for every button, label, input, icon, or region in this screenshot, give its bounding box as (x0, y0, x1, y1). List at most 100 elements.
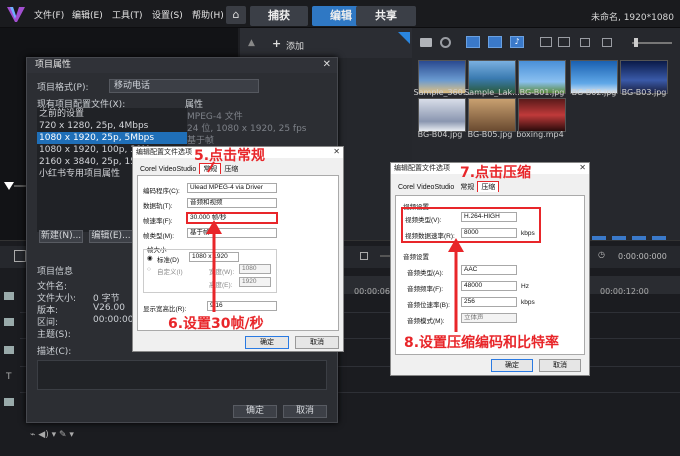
arrow-up-icon (448, 238, 464, 332)
storyboard-view-icon[interactable] (14, 250, 26, 262)
close-icon[interactable]: ✕ (333, 147, 340, 156)
list-item[interactable]: 1080 x 1920, 25p, 5Mbps (37, 132, 187, 144)
browse-icon[interactable] (602, 38, 612, 47)
project-title: 未命名, 1920*1080 (590, 13, 674, 23)
audio-rate-unit: Hz (521, 283, 529, 290)
thumbnail[interactable] (418, 98, 466, 132)
audio-mode-select[interactable]: 立体声 (461, 313, 517, 323)
data-track-label: 数据轨(T): (143, 203, 173, 210)
info-value: V26.00 (93, 303, 125, 313)
ruler-timecode: 00:00:12:00 (600, 287, 649, 296)
audio-track-icon (4, 346, 14, 354)
cancel-button[interactable]: 取消 (539, 359, 581, 372)
close-icon[interactable]: ✕ (579, 163, 586, 172)
cancel-button[interactable]: 取消 (295, 336, 339, 349)
tab-compression[interactable]: 压缩 (477, 181, 500, 192)
arrow-icon (207, 161, 215, 173)
height-field[interactable]: 1920 (239, 277, 271, 287)
new-profile-button[interactable]: 新建(N)... (39, 230, 83, 243)
custom-radio[interactable]: ○ (147, 266, 151, 273)
list-item[interactable]: 720 x 1280, 25p, 4Mbps (37, 120, 187, 132)
annotation-step7: 7.点击压缩 (460, 165, 532, 181)
thumbnail-label: BG-B01.jpg (519, 88, 565, 97)
folder-icon[interactable] (420, 38, 432, 47)
photo-filter-icon[interactable] (488, 36, 502, 48)
tab-bar: Corel VideoStudio常规压缩 (395, 181, 500, 193)
thumbnail[interactable] (518, 98, 566, 132)
audio-rate-label: 音频频率(F): (407, 286, 444, 293)
timecode-display[interactable]: 0:00:00:000 (618, 252, 667, 261)
tab-capture[interactable]: 捕获 (250, 6, 308, 26)
close-icon[interactable]: ✕ (323, 59, 331, 70)
audio-rate-select[interactable]: 48000 (461, 281, 517, 291)
video-track-icon (4, 292, 14, 300)
video-type-select[interactable]: H.264-HIGH (461, 212, 517, 222)
info-key: 描述(C): (37, 347, 72, 357)
frame-rate-select[interactable]: 30.000 帧/秒 (186, 212, 278, 224)
audio-type-label: 音频类型(A): (407, 270, 444, 277)
app-logo-icon (7, 7, 25, 22)
thumb-view-icon[interactable] (558, 37, 570, 47)
thumbnail-label: BG-B03.jpg (621, 88, 667, 97)
add-label[interactable]: 添加 (286, 39, 304, 52)
audio-filter-icon[interactable]: ♪ (510, 36, 524, 48)
ok-button[interactable]: 确定 (233, 405, 277, 418)
frame-rate-label: 帧速率(F): (143, 218, 173, 225)
edit-profile-button[interactable]: 编辑(E)... (89, 230, 133, 243)
menu-edit[interactable]: 编辑(E) (72, 8, 103, 21)
custom-label: 自定义(I) (157, 269, 183, 276)
info-key: 主题(S): (37, 330, 71, 340)
list-view-icon[interactable] (540, 37, 552, 47)
video-bitrate-field[interactable]: 8000 (461, 228, 517, 238)
zoom-fit-icon[interactable] (360, 252, 368, 260)
standard-label: 标准(D) (157, 257, 180, 264)
menu-settings[interactable]: 设置(S) (152, 8, 183, 21)
arrow-up-icon (206, 220, 222, 312)
description-field[interactable] (37, 360, 327, 390)
menu-help[interactable]: 帮助(H) (192, 8, 224, 21)
thumbnail[interactable] (468, 98, 516, 132)
tab-corel[interactable]: Corel VideoStudio (395, 182, 457, 193)
menu-tools[interactable]: 工具(T) (112, 8, 143, 21)
thumbnail-size-slider[interactable] (632, 42, 672, 44)
tab-compression[interactable]: 压缩 (221, 164, 241, 175)
menu-file[interactable]: 文件(F) (34, 8, 64, 21)
add-icon[interactable]: + (272, 37, 281, 50)
format-label: 项目格式(P): (37, 83, 89, 93)
audio-bitrate-select[interactable]: 256 (461, 297, 517, 307)
overlay-track-icon (4, 318, 14, 326)
aspect-label: 显示宽高比(R): (143, 306, 187, 313)
width-field[interactable]: 1080 (239, 264, 271, 274)
list-item[interactable]: 之前的设置 (37, 108, 187, 120)
collapse-icon[interactable]: ▲ (248, 38, 255, 48)
standard-radio[interactable]: ◉ (147, 254, 153, 262)
tab-general[interactable]: 常规 (457, 182, 477, 193)
thumbnail-label: boxing.mp4 (516, 130, 564, 139)
ok-button[interactable]: 确定 (245, 336, 289, 349)
frame-type-label: 帧类型(M): (143, 233, 175, 240)
data-track-select[interactable]: 音频和视频 (187, 198, 277, 208)
dialog-title: 项目属性 (27, 58, 337, 73)
ok-button[interactable]: 确定 (491, 359, 533, 372)
cancel-button[interactable]: 取消 (283, 405, 327, 418)
project-info-label: 项目信息 (37, 267, 74, 277)
clock-icon: ◷ (598, 250, 605, 259)
annotation-step8: 8.设置压缩编码和比特率 (404, 335, 560, 351)
audio-group-label: 音频设置 (403, 254, 429, 261)
sort-icon[interactable] (580, 38, 590, 47)
encoder-select[interactable]: Ulead MPEG-4 via Driver (187, 183, 277, 193)
audio-mode-label: 音频模式(M): (407, 318, 445, 325)
timeline-bottom-controls[interactable]: ⌁ ◀) ▾ ✎ ▾ (30, 430, 74, 440)
annotation-step6: 6.设置30帧/秒 (168, 316, 264, 332)
video-type-label: 视频类型(V): (405, 217, 442, 224)
media-filter-icon[interactable] (440, 37, 451, 48)
frame-type-select[interactable]: 基于帧 (187, 228, 277, 238)
tab-share[interactable]: 共享 (356, 6, 416, 26)
home-icon[interactable]: ⌂ (226, 6, 246, 24)
audio-bitrate-unit: kbps (521, 299, 535, 306)
audio-type-select[interactable]: AAC (461, 265, 517, 275)
video-filter-icon[interactable] (466, 36, 480, 48)
voice-track-icon (4, 398, 14, 406)
slider-handle[interactable] (634, 38, 638, 47)
format-select[interactable]: 移动电话 (109, 79, 259, 93)
